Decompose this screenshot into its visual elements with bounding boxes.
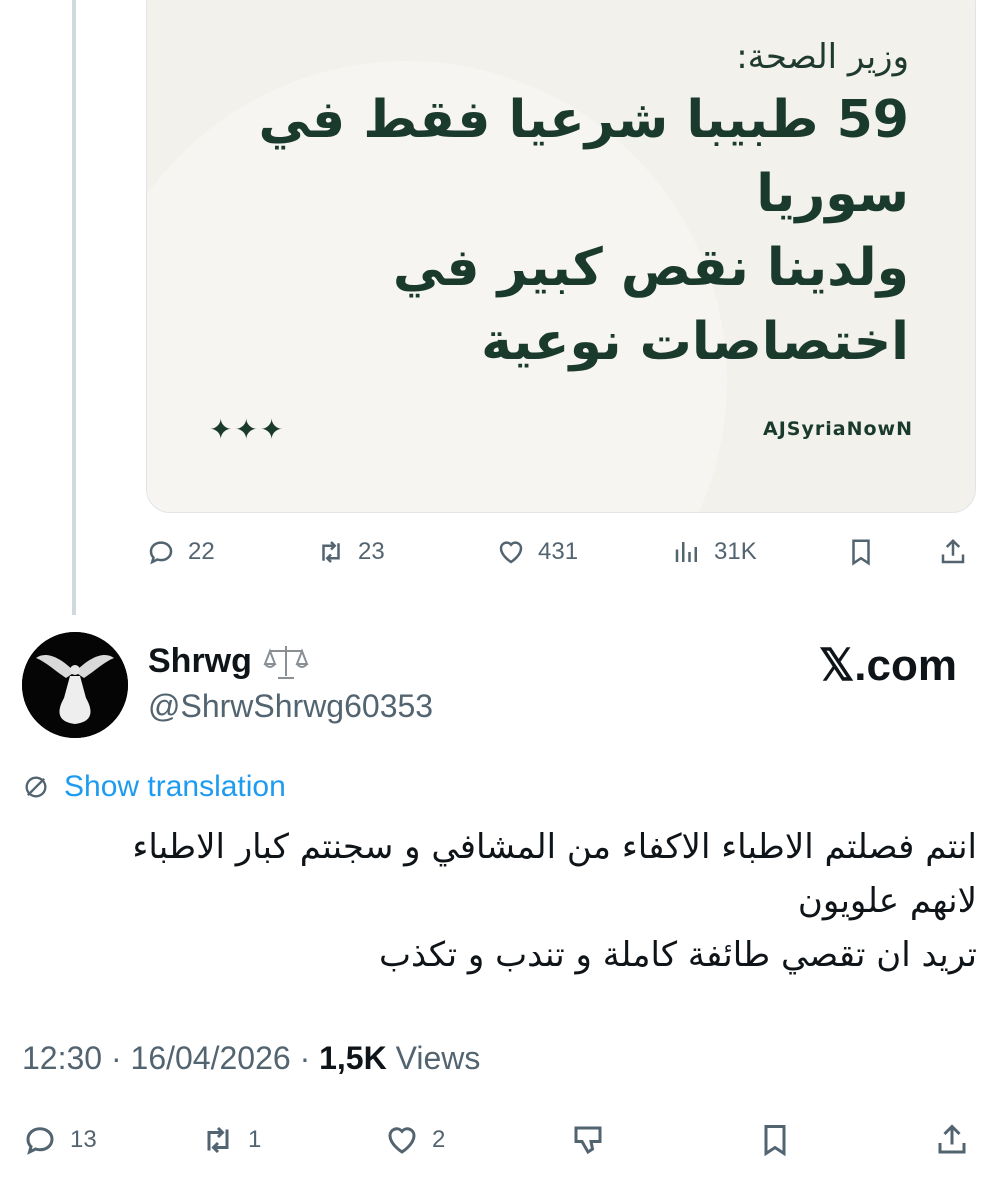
repost-icon bbox=[207, 1126, 229, 1154]
reply-button[interactable]: 13 bbox=[22, 1120, 97, 1160]
reply-icon bbox=[149, 541, 173, 565]
bookmark-icon bbox=[764, 1125, 786, 1157]
parent-reply-count: 22 bbox=[188, 538, 215, 565]
scales-icon bbox=[263, 646, 309, 679]
angel-avatar-image bbox=[22, 632, 128, 738]
share-icon bbox=[941, 538, 965, 564]
meta-separator: · bbox=[102, 1040, 131, 1076]
meta-separator: · bbox=[290, 1040, 320, 1076]
parent-like-button[interactable]: 431 bbox=[496, 532, 578, 572]
tweet-time[interactable]: 12:30 bbox=[22, 1040, 102, 1076]
parent-like-count: 431 bbox=[538, 538, 579, 565]
bookmark-button[interactable] bbox=[757, 1120, 793, 1160]
tweet-body: انتم فصلتم الاطباء الاكفاء من المشافي و … bbox=[27, 820, 977, 982]
parent-repost-count: 23 bbox=[358, 538, 385, 565]
parent-reply-button[interactable]: 22 bbox=[146, 532, 215, 572]
show-translation-link[interactable]: Show translation bbox=[22, 770, 286, 804]
source-label: 𝕏.com bbox=[818, 641, 957, 690]
tweet-meta: 12:30 · 16/04/2026 · 1,5K Views bbox=[22, 1040, 480, 1077]
card-kicker: وزير الصحة: bbox=[736, 37, 909, 77]
card-headline-area: وزير الصحة: 59 طبيبا شرعيا فقط في سوريا … bbox=[189, 31, 909, 379]
thread-connector-line bbox=[72, 0, 76, 615]
heart-icon bbox=[499, 541, 523, 564]
quoted-media-card[interactable]: وزير الصحة: 59 طبيبا شرعيا فقط في سوريا … bbox=[146, 0, 976, 513]
views-count: 1,5K bbox=[319, 1040, 387, 1076]
parent-share-button[interactable] bbox=[938, 532, 968, 572]
views-chart-icon bbox=[675, 542, 697, 562]
tweet-date[interactable]: 16/04/2026 bbox=[131, 1040, 291, 1076]
tweet-action-bar: 13 1 2 bbox=[22, 1120, 977, 1160]
tweet-line-2: لانهم علويون bbox=[797, 881, 977, 921]
parent-action-bar: 22 23 431 31K bbox=[146, 532, 976, 572]
reply-icon bbox=[26, 1127, 54, 1155]
share-button[interactable] bbox=[934, 1120, 970, 1160]
avatar[interactable] bbox=[22, 632, 128, 738]
sparkle-stars-icon: ✦✦✦ bbox=[209, 413, 286, 446]
author-handle[interactable]: @ShrwShrwg60353 bbox=[148, 688, 433, 725]
thumbs-down-icon bbox=[574, 1126, 602, 1155]
translate-icon bbox=[25, 776, 47, 798]
card-headline-line-2: ولدينا نقص كبير في bbox=[392, 238, 909, 298]
repost-icon bbox=[322, 541, 340, 563]
parent-views-button[interactable]: 31K bbox=[672, 532, 757, 572]
downvote-button[interactable] bbox=[570, 1120, 606, 1160]
parent-bookmark-button[interactable] bbox=[846, 532, 876, 572]
views-label: Views bbox=[386, 1040, 481, 1076]
reply-count: 13 bbox=[70, 1126, 97, 1153]
author-display-name[interactable]: Shrwg bbox=[148, 642, 252, 681]
heart-icon bbox=[388, 1127, 416, 1154]
tweet-line-3: تريد ان تقصي طائفة كاملة و تندب و تكذب bbox=[379, 935, 977, 975]
like-count: 2 bbox=[432, 1126, 446, 1153]
repost-button[interactable]: 1 bbox=[200, 1120, 261, 1160]
like-button[interactable]: 2 bbox=[384, 1120, 445, 1160]
card-headline-line-3: اختصاصات نوعية bbox=[481, 312, 909, 372]
card-brand-label: AJSyriaNowN bbox=[763, 418, 913, 440]
bookmark-icon bbox=[852, 539, 870, 566]
tweet-line-1: انتم فصلتم الاطباء الاكفاء من المشافي و … bbox=[132, 827, 977, 867]
share-icon bbox=[938, 1124, 966, 1154]
card-headline-line-1: 59 طبيبا شرعيا فقط في سوريا bbox=[258, 90, 909, 224]
show-translation-label[interactable]: Show translation bbox=[64, 770, 286, 804]
repost-count: 1 bbox=[248, 1126, 262, 1153]
parent-repost-button[interactable]: 23 bbox=[316, 532, 385, 572]
parent-views-count: 31K bbox=[714, 538, 757, 565]
